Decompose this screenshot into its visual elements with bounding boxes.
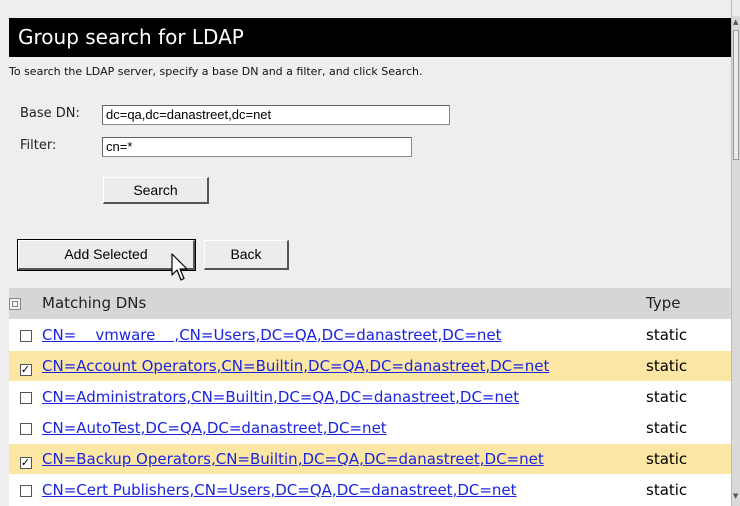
type-cell: static — [642, 319, 731, 351]
table-row[interactable]: ✓ CN=Backup Operators,CN=Builtin,DC=QA,DC… — [9, 443, 731, 475]
page: Group search for LDAP To search the LDAP… — [0, 0, 731, 506]
type-cell: static — [642, 350, 731, 382]
page-title: Group search for LDAP — [9, 18, 731, 57]
base-dn-label: Base DN: — [20, 106, 80, 121]
dn-cell: CN=Account Operators,CN=Builtin,DC=QA,DC… — [42, 350, 642, 382]
row-checkbox-cell — [9, 319, 42, 351]
type-cell: static — [642, 412, 731, 444]
type-cell: static — [642, 443, 731, 475]
table-row[interactable]: ✓ CN=Account Operators,CN=Builtin,DC=QA,D… — [9, 350, 731, 382]
table-row[interactable]: CN= vmware ,CN=Users,DC=QA,DC=danastreet… — [9, 319, 731, 351]
table-row[interactable]: CN=Administrators,CN=Builtin,DC=QA,DC=da… — [9, 381, 731, 413]
scroll-down-arrow-icon[interactable]: ▼ — [733, 492, 740, 502]
page-description: To search the LDAP server, specify a bas… — [9, 65, 423, 78]
back-button[interactable]: Back — [204, 240, 289, 270]
results-body: CN= vmware ,CN=Users,DC=QA,DC=danastreet… — [9, 319, 731, 506]
table-row[interactable]: CN=Cert Publishers,CN=Users,DC=QA,DC=dan… — [9, 474, 731, 506]
row-checkbox[interactable]: ✓ — [19, 363, 32, 376]
filter-input[interactable]: cn=* — [102, 137, 412, 157]
scroll-up-arrow-icon[interactable]: ▲ — [733, 18, 740, 30]
add-selected-button[interactable]: Add Selected — [17, 239, 196, 271]
base-dn-input[interactable]: dc=qa,dc=danastreet,dc=net — [102, 105, 450, 125]
row-checkbox-cell — [9, 474, 42, 506]
dn-cell: CN= vmware ,CN=Users,DC=QA,DC=danastreet… — [42, 319, 642, 351]
type-cell: static — [642, 381, 731, 413]
row-checkbox[interactable] — [19, 391, 32, 404]
type-cell: static — [642, 474, 731, 506]
table-row[interactable]: CN=AutoTest,DC=QA,DC=danastreet,DC=net st… — [9, 412, 731, 444]
row-checkbox-cell: ✓ — [9, 350, 42, 382]
dn-link[interactable]: CN=Administrators,CN=Builtin,DC=QA,DC=da… — [42, 388, 519, 406]
dn-link[interactable]: CN=Backup Operators,CN=Builtin,DC=QA,DC=… — [42, 450, 544, 468]
table-header-row: Matching DNs Type — [9, 288, 731, 320]
scrollbar-corner — [732, 0, 740, 16]
dn-link[interactable]: CN=AutoTest,DC=QA,DC=danastreet,DC=net — [42, 419, 387, 437]
scrollbar-thumb[interactable] — [733, 30, 739, 160]
filter-label: Filter: — [20, 138, 57, 153]
row-checkbox-cell: ✓ — [9, 443, 42, 475]
row-checkbox[interactable]: ✓ — [19, 456, 32, 469]
dn-link[interactable]: CN= vmware ,CN=Users,DC=QA,DC=danastreet… — [42, 326, 502, 344]
select-all-checkbox-icon[interactable] — [9, 298, 21, 311]
search-button[interactable]: Search — [103, 177, 209, 204]
dn-cell: CN=Cert Publishers,CN=Users,DC=QA,DC=dan… — [42, 474, 642, 506]
row-checkbox-cell — [9, 412, 42, 444]
dn-cell: CN=Backup Operators,CN=Builtin,DC=QA,DC=… — [42, 443, 642, 475]
dn-link[interactable]: CN=Cert Publishers,CN=Users,DC=QA,DC=dan… — [42, 481, 517, 499]
dn-cell: CN=AutoTest,DC=QA,DC=danastreet,DC=net — [42, 412, 642, 444]
mouse-pointer-icon — [171, 253, 188, 281]
row-checkbox[interactable] — [19, 484, 32, 497]
column-header-dn[interactable]: Matching DNs — [42, 288, 642, 320]
vertical-scrollbar[interactable]: ▲ ▼ — [731, 0, 740, 506]
row-checkbox-cell — [9, 381, 42, 413]
row-checkbox[interactable] — [19, 329, 32, 342]
results-table: Matching DNs Type CN= vmware ,CN=Users,D… — [9, 288, 731, 506]
dn-link[interactable]: CN=Account Operators,CN=Builtin,DC=QA,DC… — [42, 357, 549, 375]
select-all-cell — [9, 288, 42, 320]
row-checkbox[interactable] — [19, 422, 32, 435]
column-header-type[interactable]: Type — [642, 288, 731, 320]
dn-cell: CN=Administrators,CN=Builtin,DC=QA,DC=da… — [42, 381, 642, 413]
